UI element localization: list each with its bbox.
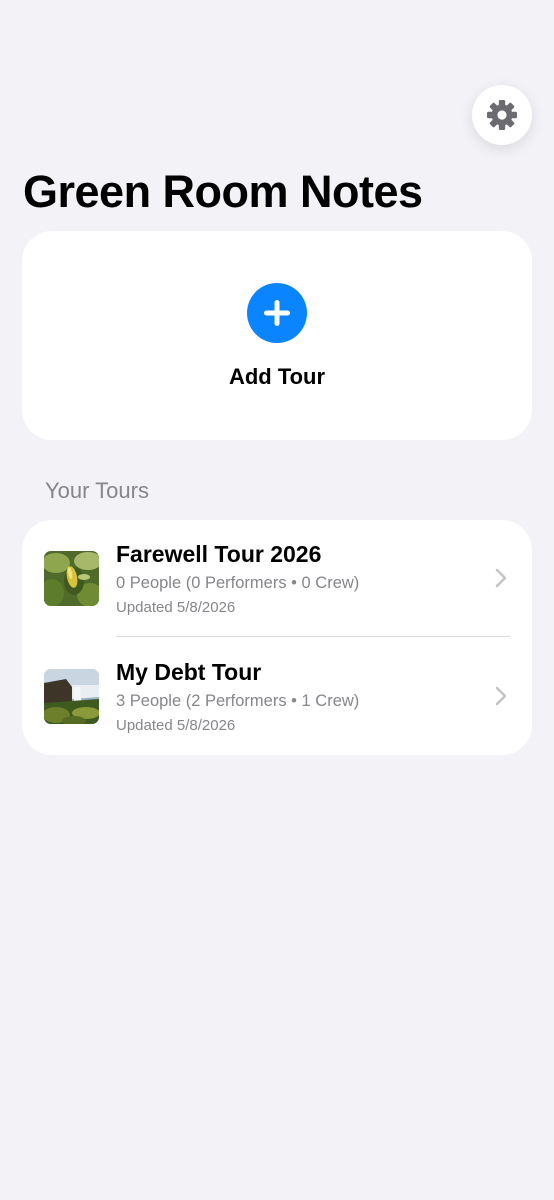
tour-people-count: 3 People (2 Performers • 1 Crew): [116, 692, 360, 710]
tour-row-farewell-tour[interactable]: Farewell Tour 2026 0 People (0 Performer…: [22, 520, 532, 637]
gear-icon: [487, 100, 517, 130]
tour-thumbnail: [44, 669, 99, 724]
tour-row-my-debt-tour[interactable]: My Debt Tour 3 People (2 Performers • 1 …: [22, 638, 532, 755]
tours-list: Farewell Tour 2026 0 People (0 Performer…: [22, 520, 532, 755]
tour-title: My Debt Tour: [116, 659, 262, 685]
tour-updated-date: Updated 5/8/2026: [116, 717, 236, 734]
add-tour-label: Add Tour: [228, 364, 326, 389]
tour-updated-date: Updated 5/8/2026: [116, 599, 236, 616]
plus-icon: [264, 300, 290, 326]
section-header-your-tours: Your Tours: [45, 478, 149, 503]
add-tour-button[interactable]: Add Tour: [22, 231, 532, 440]
page-title: Green Room Notes: [23, 166, 423, 217]
row-divider: [116, 636, 510, 637]
add-tour-circle[interactable]: [247, 283, 307, 343]
settings-button[interactable]: [472, 85, 532, 145]
chevron-right-icon: [495, 568, 507, 588]
chevron-right-icon: [495, 686, 507, 706]
tour-title: Farewell Tour 2026: [116, 541, 322, 567]
tour-people-count: 0 People (0 Performers • 0 Crew): [116, 574, 360, 592]
tour-thumbnail: [44, 551, 99, 606]
